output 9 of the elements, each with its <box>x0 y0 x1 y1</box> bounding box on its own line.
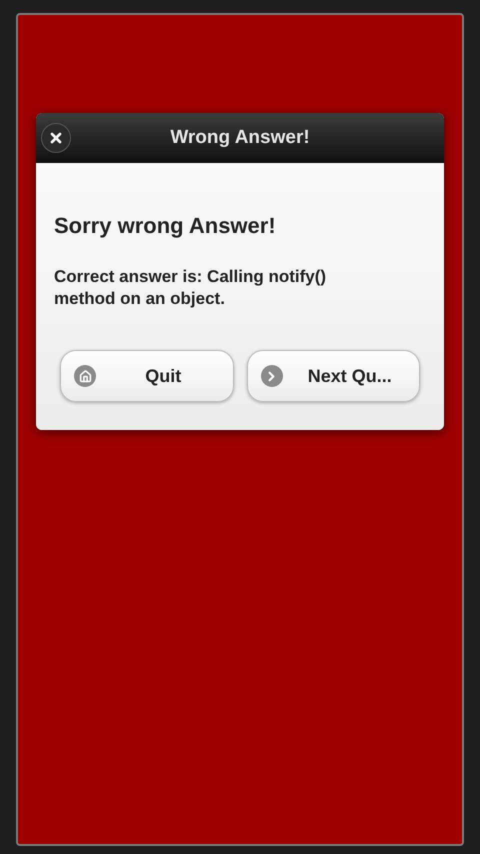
dialog-message: Correct answer is: Calling notify() method on an object. <box>54 266 328 310</box>
dialog-heading: Sorry wrong Answer! <box>54 212 277 240</box>
close-icon <box>48 130 64 146</box>
dialog-title: Wrong Answer! <box>170 126 310 150</box>
dialog-button[interactable]: Quit <box>60 350 234 402</box>
chevron-right-icon <box>260 365 282 387</box>
close-button[interactable] <box>41 123 71 153</box>
dialog-button[interactable]: Next Qu... <box>246 350 420 402</box>
home-icon <box>74 365 96 387</box>
